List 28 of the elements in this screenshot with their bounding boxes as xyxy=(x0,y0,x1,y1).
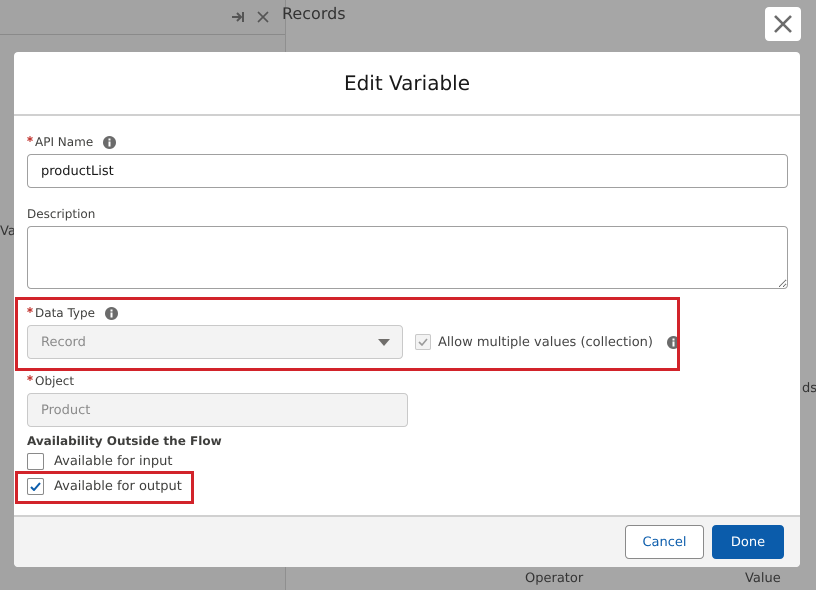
info-icon[interactable] xyxy=(103,136,116,148)
page-title: Records xyxy=(282,4,346,23)
dialog-title: Edit Variable xyxy=(344,71,470,95)
caret-icon xyxy=(378,338,390,346)
checkbox-label: Available for output xyxy=(54,479,182,494)
field-label: Data Type xyxy=(35,306,96,320)
cancel-button[interactable]: Cancel xyxy=(625,525,704,559)
done-button[interactable]: Done xyxy=(712,525,784,559)
field-label: Object xyxy=(35,374,74,388)
field-label: API Name xyxy=(35,135,94,149)
section-heading: Availability Outside the Flow xyxy=(27,434,223,448)
column-label: Operator xyxy=(525,571,584,586)
info-icon[interactable] xyxy=(666,336,680,348)
collapse-icon[interactable] xyxy=(231,11,245,23)
checkmark-icon xyxy=(30,482,41,491)
close-icon xyxy=(774,15,792,33)
checkmark-icon xyxy=(418,338,428,346)
checkbox-label: Available for input xyxy=(54,454,172,469)
checkbox[interactable] xyxy=(27,453,44,470)
close-button[interactable] xyxy=(765,7,801,41)
description-field[interactable] xyxy=(27,226,788,289)
info-icon[interactable] xyxy=(105,306,118,320)
column-label: Value xyxy=(745,571,781,586)
checkbox-label: Allow multiple values (collection) xyxy=(438,334,653,350)
close-icon[interactable] xyxy=(257,11,269,23)
field-label: Description xyxy=(27,207,96,221)
checkbox[interactable] xyxy=(27,478,44,495)
api-name-field[interactable]: productList xyxy=(27,154,788,188)
